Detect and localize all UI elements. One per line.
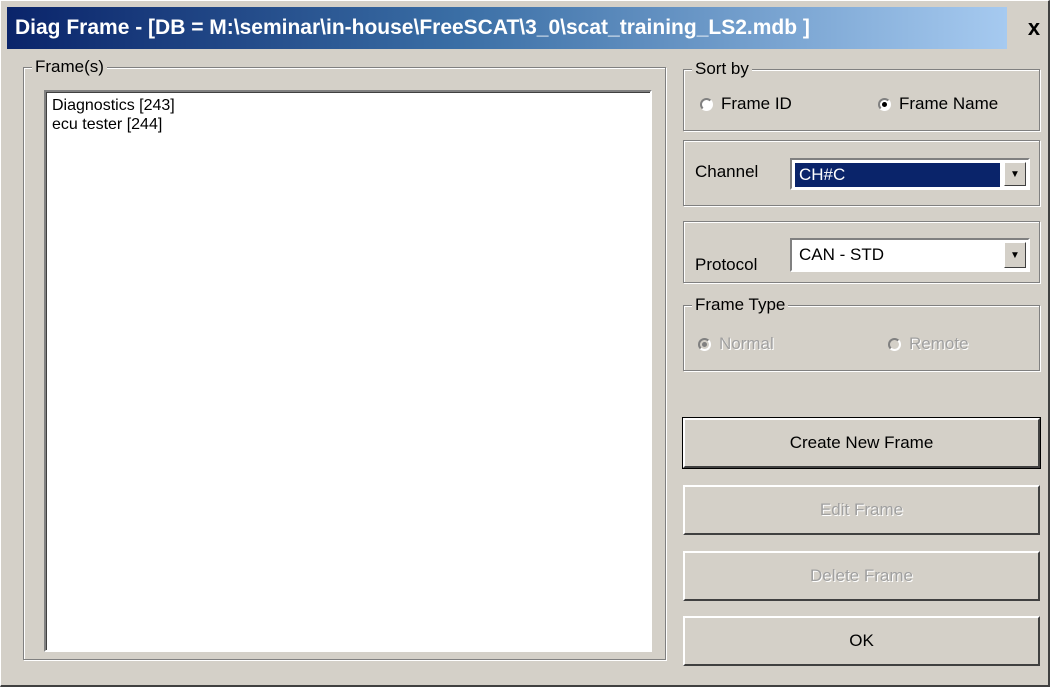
edit-frame-button[interactable]: Edit Frame (683, 485, 1040, 535)
list-item[interactable]: Diagnostics [243] (46, 96, 650, 115)
close-icon[interactable]: x (1021, 13, 1047, 43)
frame-type-normal-label: Normal (719, 334, 774, 353)
frame-type-group: Frame Type Normal Remote (683, 294, 1040, 371)
sort-frame-id-radio[interactable]: Frame ID (700, 94, 792, 114)
frame-type-remote-radio[interactable]: Remote (888, 334, 969, 354)
window-title: Diag Frame - [DB = M:\seminar\in-house\F… (15, 16, 810, 39)
ok-button[interactable]: OK (683, 616, 1040, 666)
channel-group: Channel CH#C ▼ (683, 140, 1040, 206)
diag-frame-window: Diag Frame - [DB = M:\seminar\in-house\F… (0, 0, 1050, 687)
sort-frame-name-radio[interactable]: Frame Name (878, 94, 998, 114)
protocol-group: Protocol CAN - STD ▼ (683, 221, 1040, 283)
delete-frame-button[interactable]: Delete Frame (683, 551, 1040, 601)
chevron-down-icon[interactable]: ▼ (1004, 162, 1026, 186)
frame-type-legend: Frame Type (692, 294, 789, 316)
radio-button-checked-icon (878, 97, 891, 111)
radio-button-icon (700, 97, 713, 111)
frames-group: Frame(s) Diagnostics [243] ecu tester [2… (23, 56, 666, 660)
create-new-frame-button[interactable]: Create New Frame (682, 417, 1041, 469)
frame-type-normal-radio[interactable]: Normal (698, 334, 774, 354)
protocol-label: Protocol (695, 255, 758, 274)
protocol-select[interactable]: CAN - STD ▼ (790, 238, 1030, 272)
title-bar[interactable]: Diag Frame - [DB = M:\seminar\in-house\F… (7, 7, 1007, 49)
chevron-down-icon[interactable]: ▼ (1004, 242, 1026, 268)
channel-select[interactable]: CH#C ▼ (790, 158, 1030, 190)
sort-by-legend: Sort by (692, 58, 752, 80)
channel-value: CH#C (795, 163, 1000, 187)
channel-label: Channel (695, 162, 759, 181)
sort-frame-id-label: Frame ID (721, 94, 792, 113)
frames-list[interactable]: Diagnostics [243] ecu tester [244] (44, 90, 652, 652)
frames-legend: Frame(s) (32, 56, 107, 78)
sort-frame-name-label: Frame Name (899, 94, 999, 113)
radio-button-icon (888, 337, 901, 351)
protocol-value: CAN - STD (799, 245, 884, 264)
frame-type-remote-label: Remote (909, 334, 969, 353)
sort-by-group: Sort by Frame ID Frame Name (683, 58, 1040, 131)
radio-button-checked-icon (698, 337, 711, 351)
list-item[interactable]: ecu tester [244] (46, 115, 650, 134)
